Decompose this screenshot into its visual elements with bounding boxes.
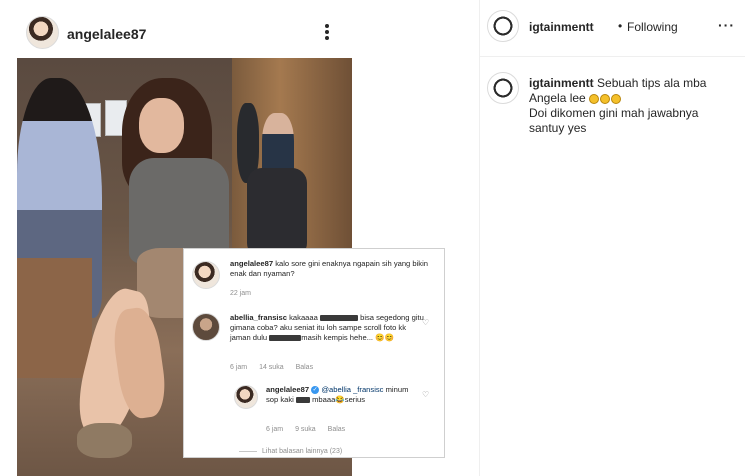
comment-avatar [192,313,220,341]
caption-text: Doi dikomen gini mah jawabnya santuy yes [529,106,699,135]
redacted-text [269,335,302,341]
post-username[interactable]: angelalee87 [67,26,146,42]
reply-likes[interactable]: 9 suka [295,426,316,433]
comment-likes[interactable]: 14 suka [259,364,284,371]
redacted-text [295,397,310,403]
caption-username[interactable]: igtainmentt [529,76,594,90]
more-options-icon[interactable] [320,22,334,42]
reply-button[interactable]: Balas [296,364,314,371]
laughing-face-emoji-icon [589,93,600,104]
photo-woman-shoe [77,423,132,458]
photo-chair [247,168,307,258]
account-avatar[interactable] [487,10,519,42]
reply-button[interactable]: Balas [328,426,346,433]
photo-table [17,258,92,378]
comment-emoji: 😊😊 [375,333,395,342]
reply-avatar [234,385,258,409]
photo-woman-face [139,98,184,153]
laughing-face-emoji-icon [600,93,611,104]
separator-dot: • [618,19,623,33]
laughing-face-emoji-icon [611,93,622,104]
comment-text: masih kempis hehe... [301,333,374,342]
verified-badge-icon: ✓ [311,386,320,394]
comment-username: abellia_fransisc [230,313,287,322]
like-heart-icon[interactable]: ♡ [422,391,431,399]
reply-time: 6 jam [266,426,284,433]
reply-username: angelalee87 [266,385,310,394]
following-button[interactable]: Following [627,20,678,34]
reply-text: mbaaa😂serius [312,395,366,404]
account-username[interactable]: igtainmentt [529,20,594,34]
comment-screenshot: angelalee87 kalo sore gini enaknya ngapa… [183,248,445,458]
comment-time: 6 jam [230,364,248,371]
view-more-replies-link[interactable]: Lihat balasan lainnya (23) [239,447,342,457]
comment-text: kakaaaa [289,313,318,322]
post-caption: igtainmentt Sebuah tips ala mba Angela l… [529,76,734,136]
redacted-text [319,315,358,321]
post-header: angelalee87 [24,14,342,52]
comment-avatar [192,261,220,289]
comment-time: 22 jam [230,290,252,297]
right-header: igtainmentt • Following ··· [487,10,745,44]
caption-avatar[interactable] [487,72,519,104]
panel-divider [479,0,480,476]
header-divider [480,56,745,57]
profile-avatar[interactable] [26,16,59,49]
like-heart-icon[interactable]: ♡ [422,319,431,327]
more-options-icon[interactable]: ··· [718,17,735,33]
comment-username: angelalee87 [230,259,274,268]
reply-mention[interactable]: @abellia _fransisc [321,385,383,394]
